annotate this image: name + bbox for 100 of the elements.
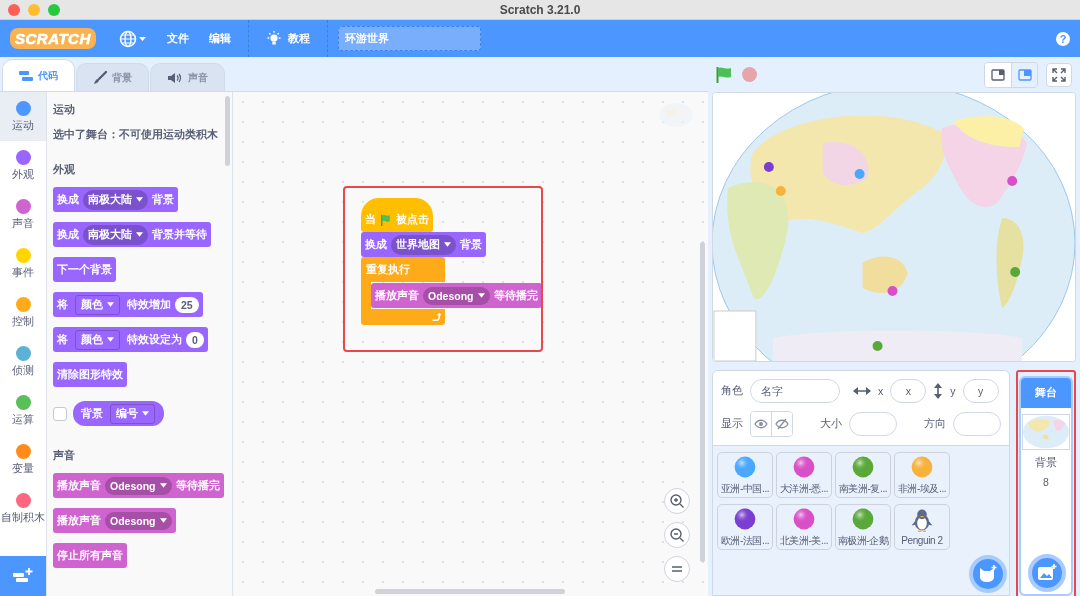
crossed-eye-icon	[775, 418, 790, 430]
code-block[interactable]: 播放声音 Odesong 等待播完	[371, 283, 542, 308]
reporter-block[interactable]: 背景 编号	[73, 401, 164, 426]
block-dropdown[interactable]: 南极大陆	[83, 224, 148, 245]
size-field[interactable]	[849, 412, 897, 436]
scrollbar[interactable]	[375, 589, 565, 594]
image-icon	[1037, 564, 1057, 582]
field-label: y	[950, 385, 956, 397]
code-block[interactable]: 换成 南极大陆 背景并等待	[53, 222, 211, 247]
small-stage-button[interactable]	[985, 62, 1011, 87]
zoom-button[interactable]	[48, 4, 60, 16]
backdrop-count: 8	[1043, 476, 1049, 488]
block-text: 将	[57, 332, 68, 347]
code-block[interactable]: 播放声音 Odesong 等待播完	[53, 473, 224, 498]
sprite-tile[interactable]: 北美洲-美...	[776, 504, 832, 550]
sprite-name: 南美洲-复...	[838, 481, 888, 496]
zoom-out-button[interactable]	[664, 522, 690, 548]
cat-face-icon	[978, 565, 998, 583]
sprite-tile[interactable]: 非洲-埃及...	[894, 452, 950, 498]
caret-icon	[444, 242, 451, 247]
block-text: 背景	[81, 406, 103, 421]
number-input[interactable]: 25	[175, 296, 199, 313]
code-block[interactable]: 换成 南极大陆 背景	[53, 187, 178, 212]
sprite-tile[interactable]: 南美洲-复...	[835, 452, 891, 498]
reset-zoom-button[interactable]	[664, 556, 690, 582]
code-block[interactable]: 下一个背景	[53, 257, 116, 282]
code-block[interactable]: 停止所有声音	[53, 543, 127, 568]
sprite-tile[interactable]: Penguin 2	[894, 504, 950, 550]
scrollbar[interactable]	[225, 96, 230, 166]
fullscreen-icon	[1052, 67, 1066, 82]
x-field[interactable]: x	[890, 379, 927, 403]
tutorials-button[interactable]: 教程	[258, 26, 317, 51]
block-dropdown[interactable]: 颜色	[75, 329, 120, 350]
block-text: 当	[365, 213, 376, 227]
code-block[interactable]: 换成 世界地图 背景	[361, 232, 486, 257]
block-text: 下一个背景	[57, 262, 112, 277]
code-blocks-icon	[19, 69, 33, 82]
block-dropdown[interactable]: Odesong	[105, 511, 172, 530]
help-button[interactable]: ?	[1056, 31, 1070, 46]
globe-icon	[118, 29, 147, 48]
palette-note: 选中了舞台：不可使用运动类积木	[53, 127, 218, 142]
category-heading: 运动	[53, 102, 75, 117]
caret-icon	[136, 232, 143, 237]
block-text: 被点击	[396, 213, 429, 227]
close-button[interactable]	[8, 4, 20, 16]
brush-icon	[93, 70, 107, 85]
checkbox[interactable]	[53, 406, 67, 421]
block-text: 特效增加	[127, 297, 171, 312]
block-dropdown[interactable]: Odesong	[105, 476, 172, 495]
block-dropdown[interactable]: 世界地图	[391, 234, 456, 255]
block-dropdown[interactable]: 编号	[110, 403, 155, 424]
block-text: 将	[57, 297, 68, 312]
field-label: 方向	[924, 417, 946, 431]
code-block[interactable]: 将 颜色 特效增加 25	[53, 292, 203, 317]
hide-button[interactable]	[771, 412, 792, 436]
menu-item[interactable]: 文件	[159, 27, 196, 50]
lightbulb-icon	[265, 30, 282, 47]
zoom-in-icon	[669, 493, 685, 509]
block-text: 换成	[365, 237, 387, 252]
scrollbar[interactable]	[700, 242, 705, 562]
block-text: 播放声音	[57, 513, 101, 528]
sprite-name-field[interactable]: 名字	[750, 379, 840, 403]
stage-selector[interactable]: 舞台 背景 8	[1019, 376, 1073, 596]
add-sprite-button[interactable]	[969, 555, 1007, 593]
code-block[interactable]: 将 颜色 特效设定为 0	[53, 327, 208, 352]
block-text: 播放声音	[375, 288, 419, 303]
direction-field[interactable]	[953, 412, 1001, 436]
block-text: 特效设定为	[127, 332, 182, 347]
block-text: 清除图形特效	[57, 367, 123, 382]
equals-icon	[671, 564, 683, 574]
sprite-tile[interactable]: 亚洲-中国...	[717, 452, 773, 498]
zoom-in-button[interactable]	[664, 488, 690, 514]
y-field[interactable]: y	[962, 379, 999, 403]
sprite-tile[interactable]: 欧洲-法国...	[717, 504, 773, 550]
block-text: 重复执行	[366, 262, 410, 277]
category-button[interactable]: 运动	[0, 92, 46, 141]
stop-icon[interactable]	[741, 66, 758, 83]
sprite-name: 欧洲-法国...	[720, 533, 770, 548]
number-input[interactable]: 0	[186, 331, 204, 348]
block-text: 背景并等待	[152, 227, 207, 242]
sprite-name: Penguin 2	[901, 535, 943, 546]
sprite-tile[interactable]: 大洋洲-悉...	[776, 452, 832, 498]
flag-icon[interactable]	[715, 65, 733, 84]
loop-arrow-icon	[431, 312, 441, 322]
block-dropdown[interactable]: Odesong	[423, 286, 490, 305]
tab[interactable]: 代码	[2, 59, 75, 91]
block-dropdown[interactable]: 颜色	[75, 294, 120, 315]
code-block[interactable]: 播放声音 Odesong	[53, 508, 176, 533]
sprite-tile[interactable]: 南极洲-企鹅	[835, 504, 891, 550]
block-dropdown[interactable]: 南极大陆	[83, 189, 148, 210]
fullscreen-button[interactable]	[1046, 62, 1072, 87]
field-label: 大小	[820, 417, 842, 431]
add-extension-button[interactable]	[0, 556, 46, 596]
menu-item[interactable]: 编辑	[201, 27, 238, 50]
eye-icon	[754, 419, 769, 429]
minimize-button[interactable]	[28, 4, 40, 16]
code-area[interactable]: 当 被点击 换成 世界地图 背景 重复执行 播放声音 Odesong 等待播完	[233, 92, 708, 596]
sprite-name: 大洋洲-悉...	[779, 481, 829, 496]
window-title: Scratch 3.21.0	[499, 2, 581, 17]
code-block[interactable]: 清除图形特效	[53, 362, 127, 387]
